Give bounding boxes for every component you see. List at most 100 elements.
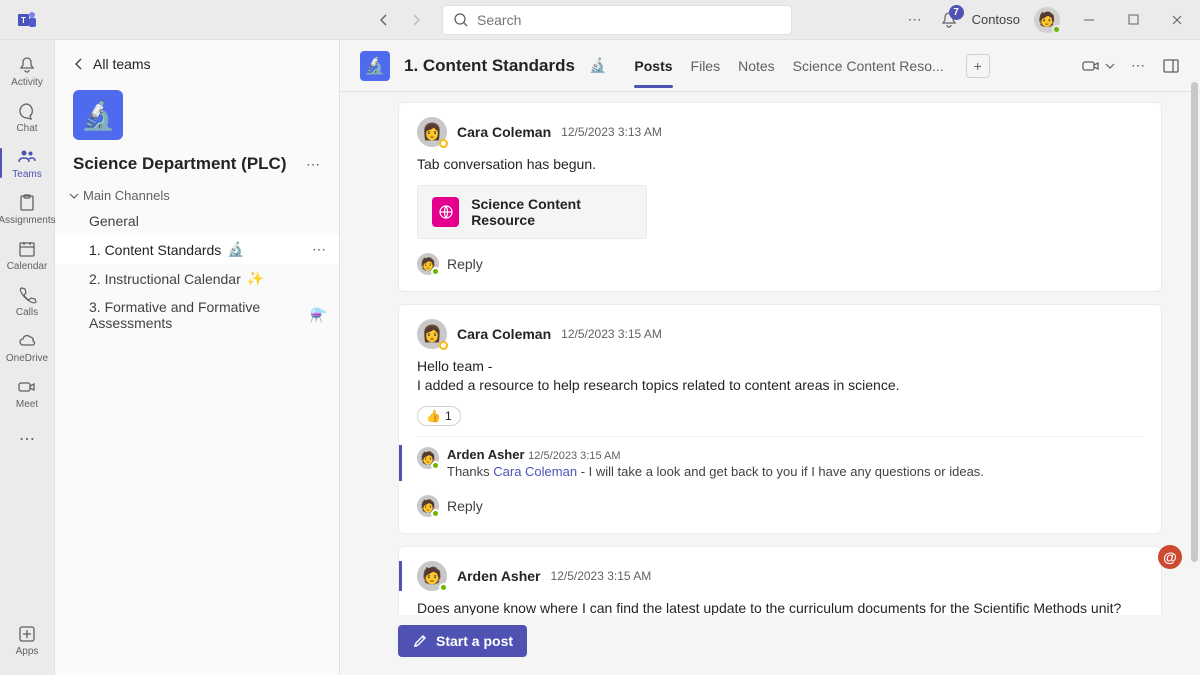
post-author[interactable]: Cara Coleman — [457, 326, 551, 342]
cloud-icon — [17, 331, 37, 351]
channel-content-standards[interactable]: 1. Content Standards 🔬 — [55, 235, 339, 264]
team-name: Science Department (PLC) — [73, 154, 306, 174]
chevron-down-icon — [1105, 61, 1115, 71]
video-icon — [1081, 56, 1101, 76]
nav-forward[interactable] — [402, 6, 430, 34]
tab-posts[interactable]: Posts — [634, 44, 672, 88]
nav-back[interactable] — [370, 6, 398, 34]
reply: 🧑 Arden Asher 12/5/2023 3:15 AM Thanks C… — [399, 445, 1143, 481]
message-feed[interactable]: 👩 Cara Coleman 12/5/2023 3:13 AM Tab con… — [340, 92, 1200, 615]
org-name[interactable]: Contoso — [972, 12, 1020, 27]
assignments-icon — [17, 193, 37, 213]
all-teams-link[interactable]: All teams — [55, 50, 339, 78]
app-logo: T — [16, 8, 40, 32]
start-post-button[interactable]: Start a post — [398, 625, 527, 657]
notification-badge: 7 — [949, 5, 964, 20]
rail-chat[interactable]: Chat — [0, 94, 55, 140]
chevron-left-icon — [73, 58, 85, 70]
bell-icon — [17, 55, 37, 75]
meet-button[interactable] — [1081, 56, 1115, 76]
open-pane[interactable] — [1162, 57, 1180, 75]
channel-title: 1. Content Standards — [404, 56, 575, 76]
main-area: 🔬 1. Content Standards 🔬 Posts Files Not… — [340, 40, 1200, 675]
team-avatar[interactable]: 🔬 — [73, 90, 123, 140]
channel-general[interactable]: General — [55, 207, 339, 235]
rail-meet[interactable]: Meet — [0, 370, 55, 416]
add-tab-button[interactable]: + — [966, 54, 990, 78]
post-timestamp: 12/5/2023 3:13 AM — [561, 125, 662, 139]
phone-icon — [17, 285, 37, 305]
more-options[interactable]: ⋯ — [904, 7, 926, 32]
avatar[interactable]: 👩 — [417, 117, 447, 147]
apps-icon — [17, 624, 37, 644]
window-close[interactable] — [1162, 5, 1192, 35]
resource-card[interactable]: Science Content Resource — [417, 185, 647, 239]
search-input[interactable] — [477, 12, 781, 28]
post-body: Hello team - I added a resource to help … — [417, 357, 1143, 396]
teams-icon — [17, 147, 37, 167]
post-author[interactable]: Arden Asher — [457, 568, 541, 584]
window-minimize[interactable] — [1074, 5, 1104, 35]
svg-text:T: T — [21, 16, 26, 25]
compose-icon — [412, 633, 428, 649]
reply-button[interactable]: 🧑 Reply — [417, 247, 1143, 281]
titlebar: T ⋯ 7 Contoso 🧑 — [0, 0, 1200, 40]
avatar: 🧑 — [417, 495, 439, 517]
video-icon — [17, 377, 37, 397]
post-author[interactable]: Cara Coleman — [457, 124, 551, 140]
avatar[interactable]: 🧑 — [417, 447, 439, 469]
search-icon — [453, 12, 469, 28]
reply-body: Thanks Cara Coleman - I will take a look… — [447, 464, 984, 479]
search-box[interactable] — [442, 5, 792, 35]
reply-author[interactable]: Arden Asher — [447, 447, 525, 462]
avatar[interactable]: 🧑 — [417, 561, 447, 591]
avatar[interactable]: 👩 — [417, 319, 447, 349]
channel-instructional-calendar[interactable]: 2. Instructional Calendar ✨ — [55, 264, 339, 293]
reply-button[interactable]: 🧑 Reply — [417, 489, 1143, 523]
post: 👩 Cara Coleman 12/5/2023 3:13 AM Tab con… — [398, 102, 1162, 292]
post-body: Tab conversation has begun. — [417, 155, 1143, 175]
post-timestamp: 12/5/2023 3:15 AM — [561, 327, 662, 341]
compose-area: Start a post — [340, 615, 1200, 675]
tab-files[interactable]: Files — [691, 44, 721, 88]
team-more-options[interactable]: ⋯ — [306, 156, 321, 173]
rail-apps[interactable]: Apps — [0, 617, 55, 663]
scrollbar[interactable] — [1191, 82, 1198, 562]
channel-header: 🔬 1. Content Standards 🔬 Posts Files Not… — [340, 40, 1200, 92]
channel-tabs: Posts Files Notes Science Content Reso..… — [634, 44, 943, 88]
microscope-icon: 🔬 — [227, 241, 244, 258]
app-rail: Activity Chat Teams Assignments Calendar… — [0, 40, 55, 675]
microscope-icon: 🔬 — [589, 57, 606, 74]
tab-notes[interactable]: Notes — [738, 44, 775, 88]
mention[interactable]: Cara Coleman — [493, 464, 577, 479]
rail-teams[interactable]: Teams — [0, 140, 55, 186]
globe-icon — [432, 197, 459, 227]
channel-sidebar: All teams 🔬 Science Department (PLC) ⋯ M… — [55, 40, 340, 675]
chat-icon — [17, 101, 37, 121]
channel-icon: 🔬 — [360, 51, 390, 81]
header-more[interactable]: ⋯ — [1131, 57, 1146, 74]
calendar-icon — [17, 239, 37, 259]
avatar: 🧑 — [417, 253, 439, 275]
reply-timestamp: 12/5/2023 3:15 AM — [528, 450, 620, 462]
tab-science-content[interactable]: Science Content Reso... — [793, 44, 944, 88]
sparkle-icon: ✨ — [247, 270, 264, 287]
rail-more[interactable]: ⋯ — [0, 416, 55, 462]
rail-assignments[interactable]: Assignments — [0, 186, 55, 232]
mention-indicator[interactable]: @ — [1158, 545, 1182, 569]
notifications-button[interactable]: 7 — [940, 11, 958, 29]
test-icon: ⚗️ — [310, 307, 327, 324]
post: 🧑 Arden Asher 12/5/2023 3:15 AM Does any… — [398, 546, 1162, 615]
window-maximize[interactable] — [1118, 5, 1148, 35]
channel-assessments[interactable]: 3. Formative and Formative Assessments ⚗… — [55, 293, 339, 337]
chevron-down-icon — [69, 191, 79, 201]
rail-calendar[interactable]: Calendar — [0, 232, 55, 278]
post: 👩 Cara Coleman 12/5/2023 3:15 AM Hello t… — [398, 304, 1162, 534]
channel-category[interactable]: Main Channels — [55, 184, 339, 207]
rail-onedrive[interactable]: OneDrive — [0, 324, 55, 370]
rail-calls[interactable]: Calls — [0, 278, 55, 324]
user-avatar[interactable]: 🧑 — [1034, 7, 1060, 33]
rail-activity[interactable]: Activity — [0, 48, 55, 94]
reaction-thumbsup[interactable]: 👍 1 — [417, 406, 461, 426]
card-title: Science Content Resource — [471, 196, 632, 228]
